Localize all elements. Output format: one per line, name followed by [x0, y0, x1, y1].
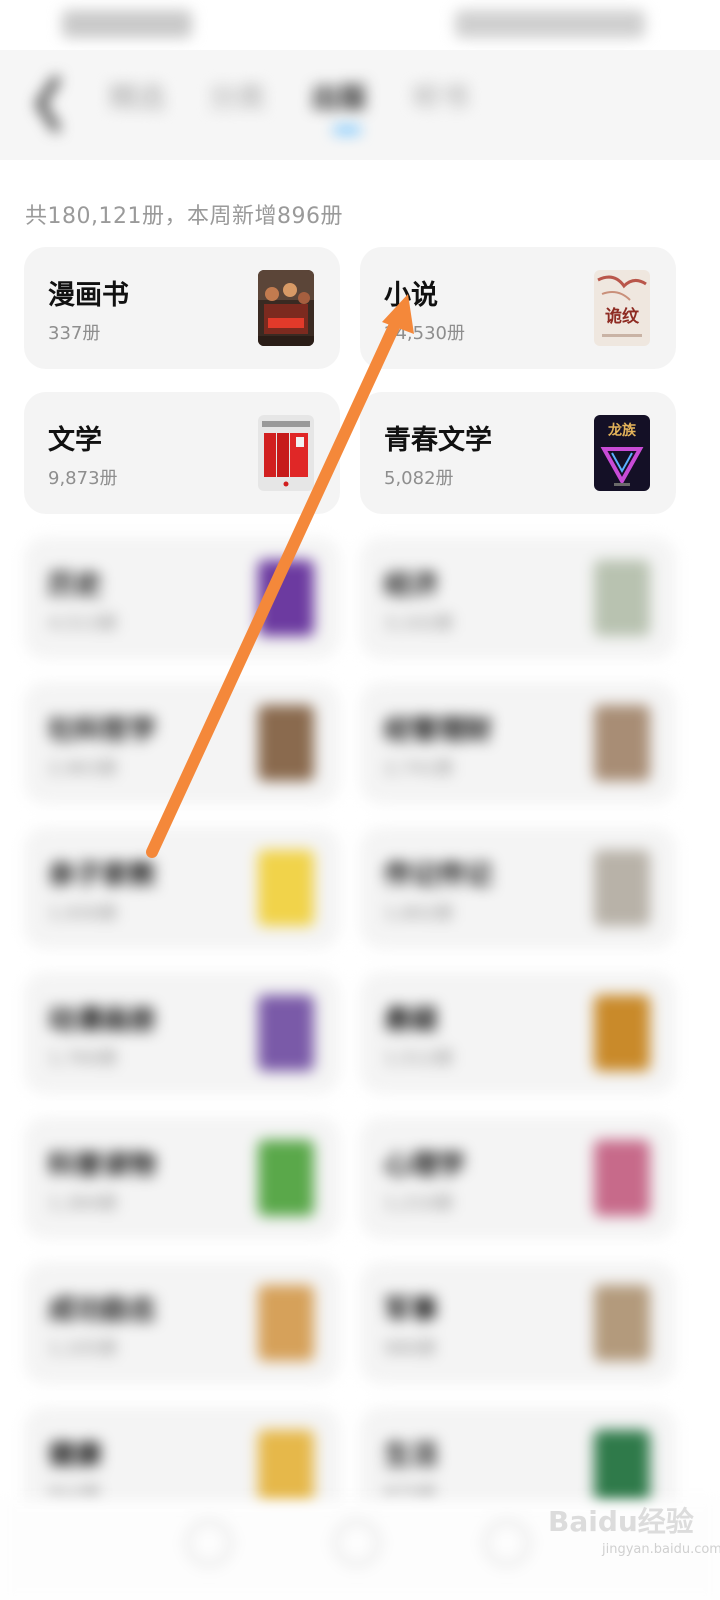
- category-name: 心理学: [384, 1150, 465, 1181]
- category-card-novel[interactable]: 小说 24,530册 诡纹: [360, 247, 676, 369]
- comic-cover-image: [258, 270, 314, 346]
- tab-audiobooks[interactable]: 听书: [406, 78, 476, 118]
- tab-categories[interactable]: 分类: [202, 78, 272, 118]
- category-count: 4,513册: [48, 613, 118, 634]
- novel-cover-image: 诡纹: [594, 270, 650, 346]
- status-bar: [0, 0, 720, 50]
- category-count: 24,530册: [384, 323, 465, 344]
- category-count: 9,873册: [48, 468, 118, 489]
- category-name: 动漫画册: [48, 1005, 156, 1036]
- catalog-summary: 共180,121册，本周新增896册: [25, 204, 343, 229]
- category-name: 传记传记: [384, 860, 492, 891]
- category-name: 文学: [48, 425, 102, 456]
- category-cover-image: [594, 1285, 650, 1361]
- category-card[interactable]: 经管理财 2,741册: [360, 682, 676, 804]
- category-card[interactable]: 军事 980册: [360, 1262, 676, 1384]
- category-cover-image: [594, 995, 650, 1071]
- category-count: 980册: [384, 1338, 437, 1359]
- category-card[interactable]: 传记传记 1,802册: [360, 827, 676, 949]
- category-card-youth-literature[interactable]: 青春文学 5,082册 龙族: [360, 392, 676, 514]
- category-card[interactable]: 科普读物 1,384册: [24, 1117, 340, 1239]
- category-cover-image: [594, 705, 650, 781]
- category-count: 2,963册: [48, 758, 118, 779]
- category-name: 亲子家教: [48, 860, 156, 891]
- category-cover-image: [258, 995, 314, 1071]
- category-cover-image: [258, 850, 314, 926]
- category-count: 1,210册: [384, 1193, 454, 1214]
- category-name: 漫画书: [48, 280, 129, 311]
- category-count: 1,760册: [48, 1048, 118, 1069]
- status-icons: [455, 10, 645, 38]
- nav-recent-icon[interactable]: [484, 1520, 530, 1566]
- category-card-literature[interactable]: 文学 9,873册: [24, 392, 340, 514]
- category-card[interactable]: 心理学 1,210册: [360, 1117, 676, 1239]
- baidu-watermark: Baidu经验 jingyan.baidu.com: [548, 1500, 720, 1570]
- literature-cover-image: [258, 415, 314, 491]
- category-cover-image: [258, 1285, 314, 1361]
- category-cover-image: [594, 1140, 650, 1216]
- tab-published[interactable]: 出版: [304, 78, 374, 118]
- novel-cover-title: 诡纹: [605, 306, 640, 327]
- category-count: 1,802册: [384, 903, 454, 924]
- category-card[interactable]: 历史 4,513册: [24, 537, 340, 659]
- category-cover-image: [594, 560, 650, 636]
- back-arrow-icon[interactable]: [28, 74, 68, 134]
- category-name: 小说: [384, 280, 438, 311]
- category-name: 经管理财: [384, 715, 492, 746]
- nav-home-icon[interactable]: [334, 1520, 380, 1566]
- category-name: 生活: [384, 1440, 438, 1471]
- category-count: 1,512册: [384, 1048, 454, 1069]
- category-name: 青春文学: [384, 425, 492, 456]
- category-count: 3,102册: [384, 613, 454, 634]
- category-cover-image: [258, 705, 314, 781]
- status-time: [62, 10, 192, 38]
- category-cover-image: [258, 560, 314, 636]
- category-count: 1,384册: [48, 1193, 118, 1214]
- category-name: 军事: [384, 1295, 438, 1326]
- category-count: 1,930册: [48, 903, 118, 924]
- nav-back-icon[interactable]: [186, 1520, 232, 1566]
- category-cover-image: [594, 1430, 650, 1506]
- category-name: 经济: [384, 570, 438, 601]
- youth-cover-image: 龙族: [594, 415, 650, 491]
- watermark-url: jingyan.baidu.com: [602, 1542, 720, 1557]
- category-name: 历史: [48, 570, 102, 601]
- tab-featured[interactable]: 精选: [102, 78, 172, 118]
- category-count: 337册: [48, 323, 101, 344]
- watermark-text: Baidu经验: [548, 1505, 694, 1538]
- category-name: 科普读物: [48, 1150, 156, 1181]
- category-card[interactable]: 悬疑 1,512册: [360, 972, 676, 1094]
- category-name: 社科哲学: [48, 715, 156, 746]
- youth-cover-title: 龙族: [607, 422, 637, 439]
- category-card[interactable]: 亲子家教 1,930册: [24, 827, 340, 949]
- category-name: 健康: [48, 1440, 102, 1471]
- category-name: 悬疑: [384, 1005, 438, 1036]
- top-navigation: 精选 分类 出版 听书: [0, 50, 720, 160]
- category-count: 2,741册: [384, 758, 454, 779]
- category-card[interactable]: 动漫画册 1,760册: [24, 972, 340, 1094]
- category-card-comics[interactable]: 漫画书 337册: [24, 247, 340, 369]
- active-tab-indicator: [333, 126, 361, 134]
- category-card[interactable]: 成功励志 1,105册: [24, 1262, 340, 1384]
- category-count: 5,082册: [384, 468, 454, 489]
- category-card[interactable]: 社科哲学 2,963册: [24, 682, 340, 804]
- category-card[interactable]: 经济 3,102册: [360, 537, 676, 659]
- category-cover-image: [258, 1140, 314, 1216]
- category-name: 成功励志: [48, 1295, 156, 1326]
- category-cover-image: [258, 1430, 314, 1506]
- category-count: 1,105册: [48, 1338, 118, 1359]
- category-cover-image: [594, 850, 650, 926]
